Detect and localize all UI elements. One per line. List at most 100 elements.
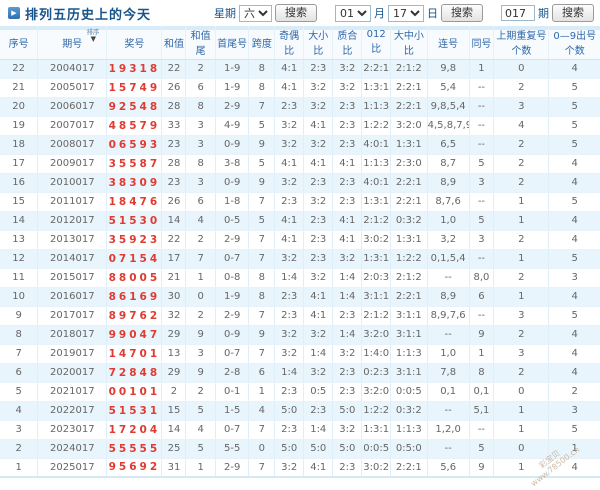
issue-input[interactable] — [501, 5, 535, 21]
table-cell: 22 — [0, 59, 38, 79]
table-cell: 22 — [161, 59, 186, 79]
table-cell: 22 — [161, 230, 186, 250]
table-cell: 2 — [493, 154, 549, 174]
prize-number-cell: 99047 — [106, 325, 162, 345]
table-cell: 26 — [161, 192, 186, 212]
table-cell: 1 — [493, 420, 549, 440]
table-cell: 2:3 — [332, 306, 362, 326]
table-cell: 2 — [493, 135, 549, 155]
issue-search-button[interactable]: 搜索 — [552, 4, 594, 22]
column-header-3: 和值 — [161, 26, 186, 60]
table-cell: 14 — [161, 211, 186, 231]
table-cell: 1:4:0 — [361, 344, 391, 364]
table-cell: 1 — [493, 249, 549, 269]
table-cell: 0-8 — [214, 268, 249, 288]
table-cell: 3:2 — [303, 97, 333, 117]
table-cell: 1:2:2 — [390, 249, 428, 269]
column-header-14: 上期重复号个数 — [493, 26, 549, 60]
table-cell: 3:0:2 — [361, 230, 391, 250]
table-cell: 2004017 — [37, 59, 107, 79]
table-cell: 5:0 — [332, 439, 362, 459]
table-cell: 2024017 — [37, 439, 107, 459]
prize-number-cell: 38309 — [106, 173, 162, 193]
table-cell: 7,8 — [426, 363, 470, 383]
table-cell: 2 — [185, 306, 216, 326]
table-cell: 5 — [468, 211, 494, 231]
table-cell: 6 — [248, 363, 275, 383]
table-cell: 4:1 — [274, 154, 304, 174]
table-cell: 8,0 — [468, 268, 494, 288]
table-cell: 5 — [548, 97, 600, 117]
table-cell: 3:2:0 — [361, 325, 391, 345]
table-cell: 4 — [185, 420, 216, 440]
date-search-button[interactable]: 搜索 — [441, 4, 483, 22]
table-row: 6 2020017 72848 29 9 2-8 6 1:4 3:2 2:3 0:2:3 3:1:1 7… — [0, 363, 600, 383]
table-cell: 1:1:3 — [361, 97, 391, 117]
table-cell: 3 — [468, 230, 494, 250]
table-cell: 4:0:1 — [361, 173, 391, 193]
table-cell: 2:1:2 — [361, 306, 391, 326]
day-select[interactable]: 17 — [388, 4, 424, 22]
table-cell: 5 — [248, 116, 275, 136]
table-cell: 4:1 — [274, 78, 304, 98]
prize-number-cell: 89762 — [106, 306, 162, 326]
table-cell: 4:1 — [303, 306, 333, 326]
table-cell: 7 — [248, 306, 275, 326]
table-row: 11 2015017 88005 21 1 0-8 8 1:4 3:2 1:4 2:0:3 2:1:2… — [0, 268, 600, 288]
table-cell: 6 — [468, 287, 494, 307]
table-cell: 4 — [548, 154, 600, 174]
table-cell: 2:3 — [332, 192, 362, 212]
table-cell: 0:0:5 — [390, 382, 428, 402]
table-cell: 2:2:1 — [390, 173, 428, 193]
week-select[interactable]: 六 — [239, 4, 272, 22]
table-cell: 4:1 — [332, 211, 362, 231]
table-cell: 7 — [0, 344, 38, 364]
table-cell: 3:2 — [303, 268, 333, 288]
table-cell: 1 — [468, 59, 494, 79]
column-header-12: 连号 — [426, 26, 470, 60]
table-cell: 3:1:1 — [390, 363, 428, 383]
week-search-button[interactable]: 搜索 — [275, 4, 317, 22]
sort-control[interactable]: 排序 ▼ — [86, 29, 100, 43]
table-cell: 0-5 — [214, 211, 249, 231]
month-label: 月 — [374, 7, 385, 20]
table-cell: 3:0:2 — [361, 458, 391, 478]
page-title: 排列五历史上的今天 — [25, 7, 152, 23]
table-cell: 2010017 — [37, 173, 107, 193]
table-cell: 3:2 — [332, 78, 362, 98]
table-row: 20 2006017 92548 28 8 2-9 7 2:3 3:2 2:3 1:1:3 2:2:1… — [0, 97, 600, 117]
table-cell: 9,8,5,4 — [426, 97, 470, 117]
title-bar: ▶ 排列五历史上的今天 星期 六 搜索 01 月 17 日 搜索 017 期 搜… — [0, 0, 600, 26]
table-cell: 1:4 — [332, 268, 362, 288]
table-cell: 4 — [548, 325, 600, 345]
table-cell: 2:3 — [332, 116, 362, 136]
table-cell: 3:1:1 — [390, 306, 428, 326]
table-cell: 5:0 — [303, 439, 333, 459]
table-cell: -- — [468, 135, 494, 155]
table-cell: 4 — [548, 59, 600, 79]
column-header-5: 首尾号 — [214, 26, 249, 60]
table-cell: 9 — [468, 458, 494, 478]
table-cell: 0-7 — [214, 420, 249, 440]
month-select[interactable]: 01 — [335, 4, 371, 22]
table-cell: 0 — [185, 287, 216, 307]
table-cell: 7 — [248, 230, 275, 250]
table-cell: 8 — [468, 363, 494, 383]
table-cell: 1 — [185, 458, 216, 478]
table-cell: 1:1:3 — [390, 344, 428, 364]
table-cell: 2 — [548, 382, 600, 402]
issue-search-group: 期 搜索 — [501, 4, 594, 22]
table-cell: 29 — [161, 325, 186, 345]
table-row: 22 2004017 19318 22 2 1-9 8 4:1 2:3 3:2 2:2:1 2:1:2… — [0, 59, 600, 79]
table-cell: 3:2 — [274, 116, 304, 136]
table-cell: 6 — [185, 192, 216, 212]
table-cell: 3:2 — [332, 249, 362, 269]
table-cell: 2005017 — [37, 78, 107, 98]
table-cell: 1-9 — [214, 78, 249, 98]
table-row: 5 2021017 00101 2 2 0-1 1 2:3 0:5 2:3 3:2:0 0:0:5 0,… — [0, 382, 600, 402]
table-cell: 1:3:1 — [390, 230, 428, 250]
table-cell: 7 — [248, 458, 275, 478]
table-cell: 1,0 — [426, 344, 470, 364]
table-cell: 3:2 — [303, 192, 333, 212]
table-cell: -- — [468, 78, 494, 98]
